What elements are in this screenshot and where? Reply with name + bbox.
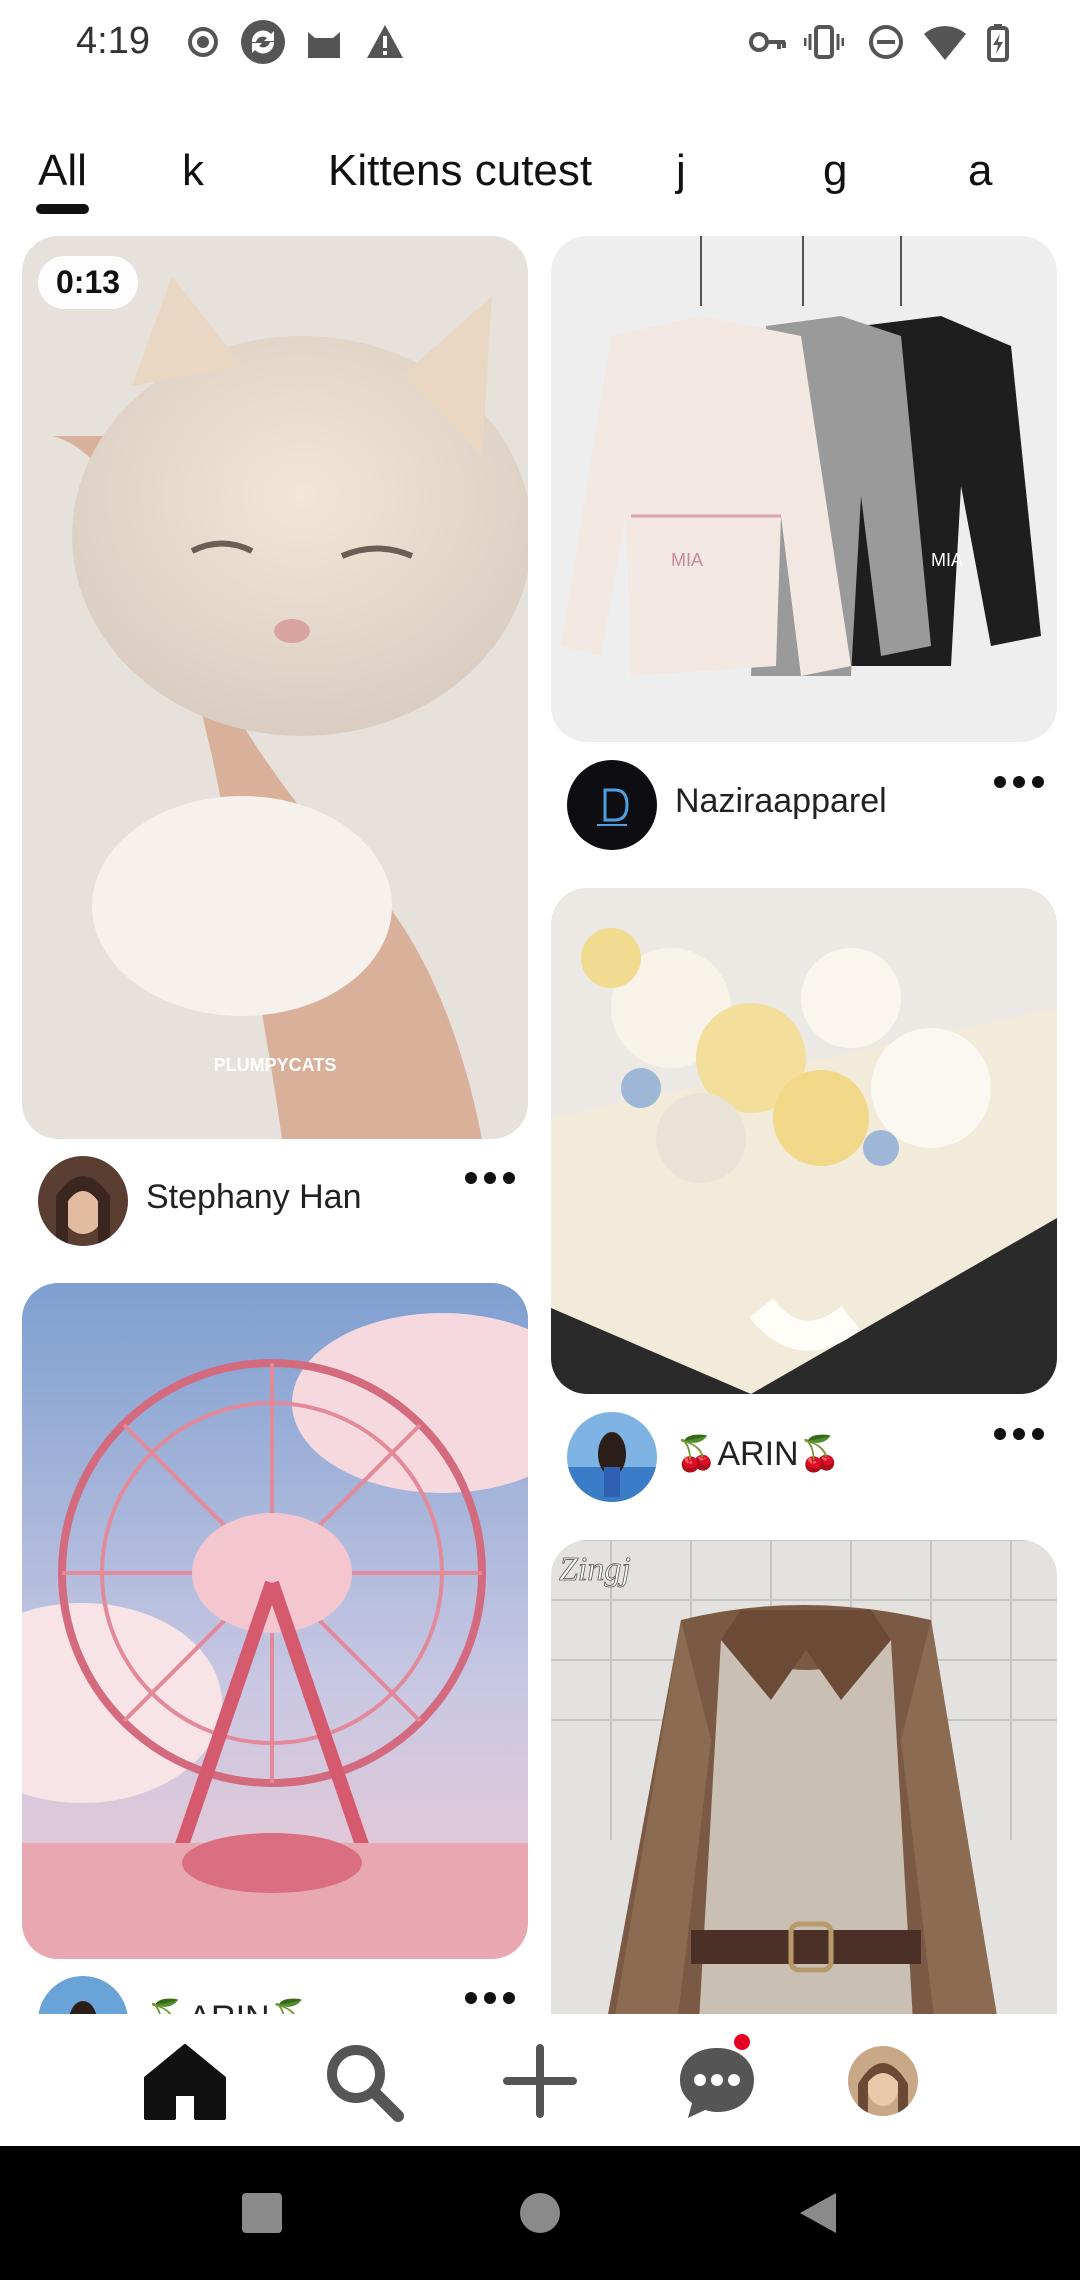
status-bar: 4:19	[0, 0, 1080, 88]
pin-author-stephany[interactable]: Stephany Han	[38, 1156, 508, 1246]
pin-feed: PLUMPYCATS 0:13 Stephany Han MIA MIA Naz…	[0, 236, 1080, 2014]
author-name: Stephany Han	[146, 1178, 362, 1216]
system-nav-bar	[0, 2146, 1080, 2280]
vibrate-icon	[804, 25, 844, 59]
wifi-icon	[924, 26, 966, 60]
avatar	[567, 1412, 657, 1502]
more-options-icon[interactable]	[994, 1424, 1044, 1444]
battery-icon	[987, 24, 1009, 62]
warning-icon	[367, 25, 403, 58]
more-options-icon[interactable]	[465, 1168, 515, 1188]
author-name: Naziraapparel	[675, 782, 887, 820]
vpn-key-icon	[749, 32, 786, 52]
avatar	[38, 1976, 128, 2014]
pin-image-sweaters[interactable]: MIA MIA	[551, 236, 1057, 742]
profile-avatar[interactable]	[848, 2046, 918, 2116]
video-duration-badge: 0:13	[38, 256, 139, 309]
pin-image-bouquet[interactable]	[551, 888, 1057, 1394]
board-tabs: All k Kittens cutest j g a	[0, 138, 1080, 218]
cat-app-icon	[308, 32, 340, 58]
tab-all[interactable]: All	[36, 138, 89, 214]
cat-watermark: PLUMPYCATS	[214, 1055, 337, 1075]
home-circle-icon[interactable]	[518, 2191, 562, 2235]
bouquet-image	[551, 888, 1057, 1394]
plaid-outfit-image: Zingj	[551, 1540, 1057, 2014]
avatar	[38, 1156, 128, 1246]
pin-author-arin-2[interactable]: 🍒ARIN🍒	[38, 1976, 508, 2014]
sync-icon	[241, 20, 285, 64]
ferris-wheel-image	[22, 1283, 528, 1959]
create-icon[interactable]	[495, 2036, 585, 2126]
tab-a[interactable]: a	[968, 138, 992, 204]
bottom-nav	[0, 2014, 1080, 2146]
cat-image: PLUMPYCATS	[22, 236, 528, 1139]
more-options-icon[interactable]	[994, 772, 1044, 792]
pin-image-cat-video[interactable]: PLUMPYCATS 0:13	[22, 236, 528, 1139]
home-icon[interactable]	[140, 2036, 230, 2126]
back-icon[interactable]	[796, 2189, 840, 2237]
svg-text:MIA: MIA	[931, 550, 963, 570]
pin-image-ferris-wheel[interactable]	[22, 1283, 528, 1959]
pin-author-naziraapparel[interactable]: Naziraapparel	[567, 760, 1037, 850]
tab-k[interactable]: k	[182, 138, 204, 204]
tab-kittens-cutest[interactable]: Kittens cutest	[328, 138, 592, 204]
sweaters-image: MIA MIA	[551, 236, 1057, 742]
record-icon	[188, 27, 218, 57]
search-icon[interactable]	[318, 2036, 408, 2126]
messages-button[interactable]	[672, 2034, 762, 2126]
pin-image-plaid-outfit[interactable]: Zingj	[551, 1540, 1057, 2014]
tab-g[interactable]: g	[823, 138, 847, 204]
notification-dot	[734, 2034, 750, 2050]
pin-author-arin[interactable]: 🍒ARIN🍒	[567, 1412, 1037, 1502]
author-name: 🍒ARIN🍒	[675, 1435, 841, 1473]
svg-text:MIA: MIA	[671, 550, 703, 570]
recents-icon[interactable]	[240, 2191, 284, 2235]
author-name: 🍒ARIN🍒	[146, 1998, 312, 2014]
avatar	[567, 760, 657, 850]
messages-icon	[680, 2048, 754, 2118]
do-not-disturb-icon	[869, 25, 903, 59]
status-time: 4:19	[76, 20, 150, 62]
more-options-icon[interactable]	[465, 1988, 515, 2008]
tab-j[interactable]: j	[676, 138, 686, 204]
plaid-watermark: Zingj	[559, 1551, 631, 1588]
